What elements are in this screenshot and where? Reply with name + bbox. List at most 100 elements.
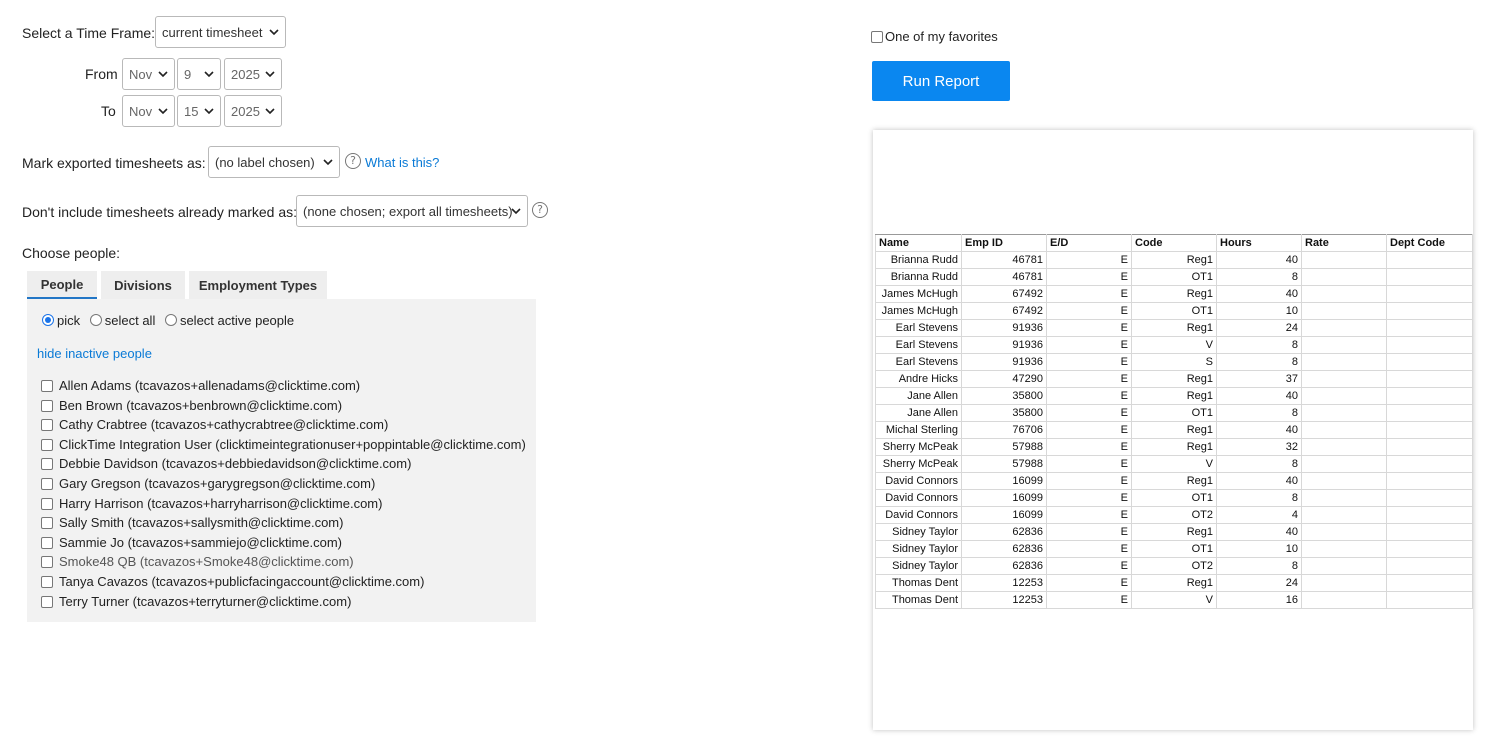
person-row[interactable]: Tanya Cavazos (tcavazos+publicfacingacco…	[41, 574, 424, 589]
chevron-down-icon	[265, 71, 275, 78]
preview-cell: 16099	[961, 489, 1047, 507]
select-all-radio[interactable]	[89, 314, 102, 326]
preview-cell	[1386, 574, 1473, 592]
person-checkbox[interactable]	[41, 439, 53, 451]
person-row[interactable]: Harry Harrison (tcavazos+harryharrison@c…	[41, 496, 382, 511]
dont-include-select[interactable]: (none chosen; export all timesheets)	[296, 195, 528, 227]
person-checkbox[interactable]	[41, 537, 53, 549]
time-frame-label: Select a Time Frame:	[22, 25, 156, 41]
preview-cell: Sherry McPeak	[875, 455, 962, 473]
preview-cell: E	[1046, 268, 1132, 286]
person-row[interactable]: Terry Turner (tcavazos+terryturner@click…	[41, 594, 351, 609]
preview-cell: David Connors	[875, 489, 962, 507]
preview-cell: Thomas Dent	[875, 574, 962, 592]
pick-radio[interactable]	[42, 314, 54, 326]
person-label: Debbie Davidson (tcavazos+debbiedavidson…	[59, 456, 412, 471]
person-row[interactable]: Debbie Davidson (tcavazos+debbiedavidson…	[41, 456, 411, 471]
person-checkbox[interactable]	[41, 478, 53, 490]
preview-cell: 40	[1216, 285, 1302, 303]
preview-cell: E	[1046, 574, 1132, 592]
person-checkbox[interactable]	[41, 596, 53, 608]
tab-employment-types[interactable]: Employment Types	[189, 271, 327, 299]
select-active-radio[interactable]	[164, 314, 177, 326]
person-checkbox[interactable]	[41, 400, 53, 412]
from-month-select[interactable]: Nov	[122, 58, 175, 90]
preview-cell	[1301, 336, 1387, 354]
preview-cell: 47290	[961, 370, 1047, 388]
person-row[interactable]: Cathy Crabtree (tcavazos+cathycrabtree@c…	[41, 417, 388, 432]
preview-cell: 40	[1216, 472, 1302, 490]
preview-cell: 8	[1216, 489, 1302, 507]
preview-cell: Reg1	[1131, 251, 1217, 269]
preview-cell	[1301, 387, 1387, 405]
preview-cell: 8	[1216, 557, 1302, 575]
person-row[interactable]: Smoke48 QB (tcavazos+Smoke48@clicktime.c…	[41, 554, 354, 569]
preview-cell	[1386, 387, 1473, 405]
to-day-select[interactable]: 15	[177, 95, 221, 127]
favorites-checkbox[interactable]	[871, 31, 883, 43]
from-year-select[interactable]: 2025	[224, 58, 282, 90]
preview-cell: Brianna Rudd	[875, 268, 962, 286]
hide-inactive-link[interactable]: hide inactive people	[37, 346, 152, 361]
preview-cell	[1386, 319, 1473, 337]
preview-table: Name Emp ID E/D Code Hours Rate Dept Code Bria…	[875, 234, 1473, 609]
preview-row: David Connors 16099 E OT1 8	[875, 489, 1473, 507]
preview-cell: 62836	[961, 557, 1047, 575]
time-frame-select[interactable]: current timesheet	[155, 16, 286, 48]
person-row[interactable]: Allen Adams (tcavazos+allenadams@clickti…	[41, 378, 360, 393]
preview-cell: E	[1046, 591, 1132, 609]
preview-row: David Connors 16099 E Reg1 40	[875, 472, 1473, 490]
preview-cell: 24	[1216, 319, 1302, 337]
person-checkbox[interactable]	[41, 576, 53, 588]
preview-column-header: E/D	[1046, 234, 1132, 252]
preview-cell: E	[1046, 523, 1132, 541]
to-year-select[interactable]: 2025	[224, 95, 282, 127]
preview-cell: Andre Hicks	[875, 370, 962, 388]
preview-cell	[1386, 472, 1473, 490]
favorites-option[interactable]: One of my favorites	[871, 29, 998, 44]
person-checkbox[interactable]	[41, 498, 53, 510]
person-row[interactable]: Sally Smith (tcavazos+sallysmith@clickti…	[41, 515, 343, 530]
person-checkbox[interactable]	[41, 556, 53, 568]
person-row[interactable]: Gary Gregson (tcavazos+garygregson@click…	[41, 476, 375, 491]
preview-header-row: Name Emp ID E/D Code Hours Rate Dept Code	[875, 234, 1473, 252]
person-row[interactable]: Sammie Jo (tcavazos+sammiejo@clicktime.c…	[41, 535, 342, 550]
preview-cell: E	[1046, 489, 1132, 507]
preview-cell: Sidney Taylor	[875, 540, 962, 558]
preview-cell	[1301, 268, 1387, 286]
to-month-select[interactable]: Nov	[122, 95, 175, 127]
what-is-this-link[interactable]: What is this?	[365, 155, 439, 170]
tab-divisions[interactable]: Divisions	[101, 271, 185, 299]
tab-people[interactable]: People	[27, 271, 97, 299]
from-day-select[interactable]: 9	[177, 58, 221, 90]
person-label: Sally Smith (tcavazos+sallysmith@clickti…	[59, 515, 344, 530]
to-day-value: 15	[184, 103, 199, 119]
chevron-down-icon	[204, 71, 214, 78]
preview-cell	[1386, 506, 1473, 524]
person-row[interactable]: ClickTime Integration User (clicktimeint…	[41, 437, 526, 452]
preview-cell	[1386, 523, 1473, 541]
preview-cell: E	[1046, 319, 1132, 337]
preview-cell	[1301, 285, 1387, 303]
preview-row: David Connors 16099 E OT2 4	[875, 506, 1473, 524]
person-row[interactable]: Ben Brown (tcavazos+benbrown@clicktime.c…	[41, 398, 342, 413]
help-icon[interactable]: ?	[532, 202, 548, 218]
person-checkbox[interactable]	[41, 458, 53, 470]
preview-row: Brianna Rudd 46781 E OT1 8	[875, 268, 1473, 286]
people-tabs: People Divisions Employment Types	[27, 271, 331, 299]
preview-cell: 12253	[961, 574, 1047, 592]
preview-cell: V	[1131, 455, 1217, 473]
help-icon[interactable]: ?	[345, 153, 361, 169]
person-checkbox[interactable]	[41, 419, 53, 431]
person-label: Tanya Cavazos (tcavazos+publicfacingacco…	[59, 574, 425, 589]
preview-cell: 91936	[961, 319, 1047, 337]
run-report-button[interactable]: Run Report	[872, 61, 1010, 101]
preview-row: Earl Stevens 91936 E V 8	[875, 336, 1473, 354]
preview-cell: 57988	[961, 455, 1047, 473]
person-checkbox[interactable]	[41, 517, 53, 529]
preview-cell: Sherry McPeak	[875, 438, 962, 456]
mark-exported-select[interactable]: (no label chosen)	[208, 146, 340, 178]
time-frame-value: current timesheet	[162, 24, 263, 40]
preview-cell	[1386, 404, 1473, 422]
person-checkbox[interactable]	[41, 380, 53, 392]
